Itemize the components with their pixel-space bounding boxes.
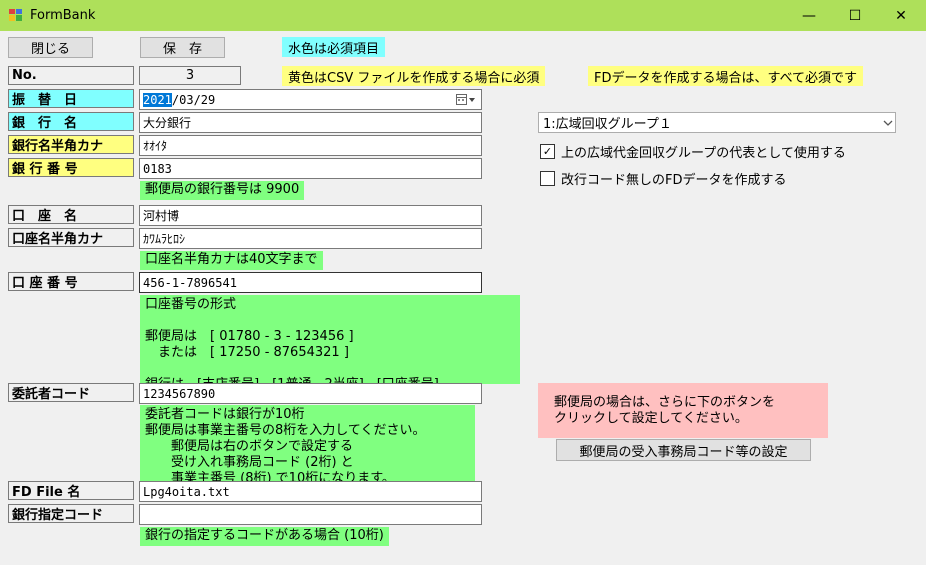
bank-code-hint: 郵便局の銀行番号は 9900 — [140, 181, 305, 200]
app-icon — [9, 9, 22, 21]
transfer-date-label: 振 替 日 — [8, 89, 134, 108]
fd-required-legend: FDデータを作成する場合は、すべて必須です — [588, 66, 864, 86]
fd-file-name-label: FD File 名 — [8, 481, 134, 500]
bank-kana-input[interactable]: ｵｵｲﾀ — [139, 135, 482, 156]
group-select[interactable]: 1:広域回収グループ１ — [538, 112, 896, 133]
consignor-code-hint: 委託者コードは銀行が10桁 郵便局は事業主番号の8桁を入力してください。 郵便局… — [140, 405, 475, 486]
bank-designated-code-label: 銀行指定コード — [8, 504, 134, 523]
bank-kana-label: 銀行名半角カナ — [8, 135, 134, 154]
consignor-code-label: 委託者コード — [8, 383, 134, 402]
no-label: No. — [8, 66, 134, 85]
close-window-button[interactable]: ✕ — [878, 0, 924, 31]
calendar-icon[interactable] — [456, 94, 478, 106]
account-number-label: 口 座 番 号 — [8, 272, 134, 291]
no-value: 3 — [139, 66, 241, 85]
representative-checkbox[interactable]: ✓ — [540, 143, 555, 159]
no-newline-checkbox[interactable] — [540, 170, 555, 186]
account-kana-hint: 口座名半角カナは40文字まで — [140, 251, 323, 270]
group-select-value: 1:広域回収グループ１ — [543, 117, 672, 132]
save-button[interactable]: 保 存 — [140, 37, 225, 58]
required-legend: 水色は必須項目 — [282, 37, 386, 57]
maximize-button[interactable]: ☐ — [832, 0, 878, 31]
transfer-date-year: 2021 — [143, 92, 172, 107]
post-office-settings-button[interactable]: 郵便局の受入事務局コード等の設定 — [556, 439, 811, 461]
transfer-date-rest: /03/29 — [171, 92, 216, 107]
account-number-format-hint: 口座番号の形式 郵便局は [ 01780 - 3 - 123456 ] または … — [140, 295, 520, 392]
bank-code-input[interactable]: 0183 — [139, 158, 482, 179]
account-number-input[interactable]: 456-1-7896541 — [139, 272, 482, 293]
representative-checkbox-label: 上の広域代金回収グループの代表として使用する — [561, 145, 846, 161]
bank-designated-code-hint: 銀行の指定するコードがある場合 (10桁) — [140, 527, 389, 546]
account-name-label: 口 座 名 — [8, 205, 134, 224]
representative-checkbox-row[interactable]: ✓ 上の広域代金回収グループの代表として使用する — [540, 142, 846, 161]
post-office-note: 郵便局の場合は、さらに下のボタンを クリックして設定してください。 — [538, 383, 828, 438]
account-name-input[interactable]: 河村博 — [139, 205, 482, 226]
window-title: FormBank — [30, 8, 96, 23]
bank-code-label: 銀 行 番 号 — [8, 158, 134, 177]
account-kana-label: 口座名半角カナ — [8, 228, 134, 247]
fd-file-name-input[interactable]: Lpg4oita.txt — [139, 481, 482, 502]
consignor-code-input[interactable]: 1234567890 — [139, 383, 482, 404]
csv-required-legend: 黄色はCSV ファイルを作成する場合に必須 — [282, 66, 546, 86]
transfer-date-picker[interactable]: 2021/03/29 — [139, 89, 482, 110]
close-button[interactable]: 閉じる — [8, 37, 93, 58]
no-newline-checkbox-label: 改行コード無しのFDデータを作成する — [561, 172, 787, 188]
account-kana-input[interactable]: ｶﾜﾑﾗﾋﾛｼ — [139, 228, 482, 249]
bank-designated-code-input[interactable] — [139, 504, 482, 525]
bank-name-label: 銀 行 名 — [8, 112, 134, 131]
minimize-button[interactable]: — — [786, 0, 832, 31]
bank-name-input[interactable]: 大分銀行 — [139, 112, 482, 133]
chevron-down-icon — [883, 120, 893, 126]
no-newline-checkbox-row[interactable]: 改行コード無しのFDデータを作成する — [540, 169, 787, 188]
